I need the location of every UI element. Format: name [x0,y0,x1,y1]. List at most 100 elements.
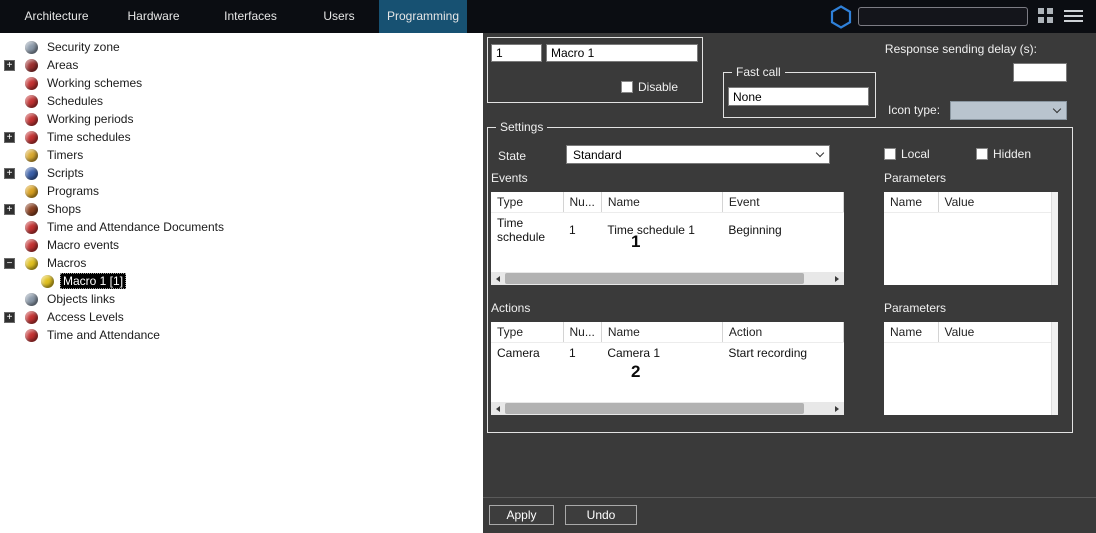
column-header-nu[interactable]: Nu... [563,322,601,343]
state-dropdown[interactable]: Standard [566,145,830,164]
disable-option[interactable]: Disable [621,80,678,94]
security-zone-icon [25,41,38,54]
chevron-down-icon [1053,105,1061,113]
table-cell: Camera [491,343,563,364]
working-schemes-icon [25,77,38,90]
expand-toggle-icon[interactable]: + [4,60,15,71]
shops-icon [25,203,38,216]
column-header-value[interactable]: Value [938,322,1058,343]
tree-item-access-levels[interactable]: + Access Levels [0,308,483,326]
expand-toggle-icon[interactable]: + [4,204,15,215]
tab-hardware[interactable]: Hardware [105,0,202,33]
column-header-event[interactable]: Event [722,192,843,213]
column-header-name[interactable]: Name [601,322,722,343]
tree-item-label: Macro 1 [1] [60,273,126,289]
tree-item-time-and-attendance-documents[interactable]: Time and Attendance Documents [0,218,483,236]
expand-toggle-icon[interactable]: + [4,132,15,143]
table-cell: Start recording [722,343,843,364]
column-header-name[interactable]: Name [884,322,938,343]
tree-item-working-schemes[interactable]: Working schemes [0,74,483,92]
areas-icon [25,59,38,72]
hidden-option[interactable]: Hidden [976,147,1031,161]
scroll-left-icon[interactable] [491,272,505,285]
tree-item-areas[interactable]: +Areas [0,56,483,74]
column-header-value[interactable]: Value [938,192,1058,213]
tree-item-label: Macro events [44,237,122,253]
search-input[interactable] [858,7,1028,26]
scrollbar-thumb[interactable] [505,273,804,284]
table-row[interactable]: Camera1Camera 1Start recording [491,343,844,364]
scroll-left-icon[interactable] [491,402,505,415]
expand-toggle-icon[interactable]: + [4,312,15,323]
data-grid: NameValue [884,322,1058,343]
programs-icon [25,185,38,198]
tree-item-label: Access Levels [44,309,127,325]
actions-parameters-vscrollbar[interactable] [1051,322,1058,415]
column-header-action[interactable]: Action [722,322,843,343]
macro-icon [41,275,54,288]
tree-item-label: Time and Attendance [44,327,163,343]
time-attendance-icon [25,329,38,342]
macro-id-field[interactable] [491,44,542,62]
tab-programming[interactable]: Programming [379,0,467,33]
data-grid: TypeNu...NameActionCamera1Camera 1Start … [491,322,844,363]
collapse-toggle-icon[interactable]: − [4,258,15,269]
events-parameters-vscrollbar[interactable] [1051,192,1058,285]
tree-item-label: Time schedules [44,129,134,145]
working-periods-icon [25,113,38,126]
column-header-type[interactable]: Type [491,192,563,213]
tree-item-working-periods[interactable]: Working periods [0,110,483,128]
macro-name-field[interactable] [546,44,698,62]
tree-item-time-and-attendance[interactable]: Time and Attendance [0,326,483,344]
tree-item-label: Working schemes [44,75,145,91]
actions-hscrollbar[interactable] [491,402,844,415]
column-header-nu[interactable]: Nu... [563,192,601,213]
expand-toggle-icon[interactable]: + [4,168,15,179]
response-delay-field[interactable] [1013,63,1067,82]
actions-title: Actions [491,301,530,315]
tree-item-label: Time and Attendance Documents [44,219,227,235]
tree-item-time-schedules[interactable]: + Time schedules [0,128,483,146]
fast-call-field[interactable] [728,87,869,106]
tree-item-macros[interactable]: −Macros [0,254,483,272]
tab-interfaces[interactable]: Interfaces [202,0,299,33]
column-header-name[interactable]: Name [601,192,722,213]
events-parameters-title: Parameters [884,171,946,185]
tree-item-scripts[interactable]: +Scripts [0,164,483,182]
tree-item-label: Shops [44,201,84,217]
events-hscrollbar[interactable] [491,272,844,285]
tree-item-timers[interactable]: Timers [0,146,483,164]
time-attendance-documents-icon [25,221,38,234]
scroll-right-icon[interactable] [830,402,844,415]
scrollbar-thumb[interactable] [505,403,804,414]
column-header-name[interactable]: Name [884,192,938,213]
hidden-checkbox[interactable] [976,148,988,160]
menu-icon[interactable] [1064,10,1084,27]
apps-grid-icon[interactable] [1038,8,1054,27]
undo-button[interactable]: Undo [565,505,637,525]
table-cell: Beginning [722,213,843,248]
tree-item-programs[interactable]: Programs [0,182,483,200]
sidebar-tree: Security zone+AreasWorking schemesSchedu… [0,33,483,533]
tree-item-shops[interactable]: + Shops [0,200,483,218]
local-checkbox[interactable] [884,148,896,160]
column-header-type[interactable]: Type [491,322,563,343]
tab-architecture[interactable]: Architecture [8,0,105,33]
local-option[interactable]: Local [884,147,930,161]
table-row[interactable]: Time schedule1Time schedule 1Beginning [491,213,844,248]
apply-button[interactable]: Apply [489,505,554,525]
schedules-icon [25,95,38,108]
callout-2-marker: 2 [631,362,640,382]
macro-events-icon [25,239,38,252]
disable-checkbox[interactable] [621,81,633,93]
tree-item-objects-links[interactable]: Objects links [0,290,483,308]
tree-item-macro-events[interactable]: Macro events [0,236,483,254]
fast-call-title: Fast call [732,65,785,79]
icon-type-dropdown[interactable] [950,101,1067,120]
scroll-right-icon[interactable] [830,272,844,285]
tab-users[interactable]: Users [299,0,379,33]
actions-parameters-table: NameValue [884,322,1058,415]
tree-item-security-zone[interactable]: Security zone [0,38,483,56]
tree-item-schedules[interactable]: Schedules [0,92,483,110]
tree-item-macro-1-1[interactable]: Macro 1 [1] [0,272,483,290]
